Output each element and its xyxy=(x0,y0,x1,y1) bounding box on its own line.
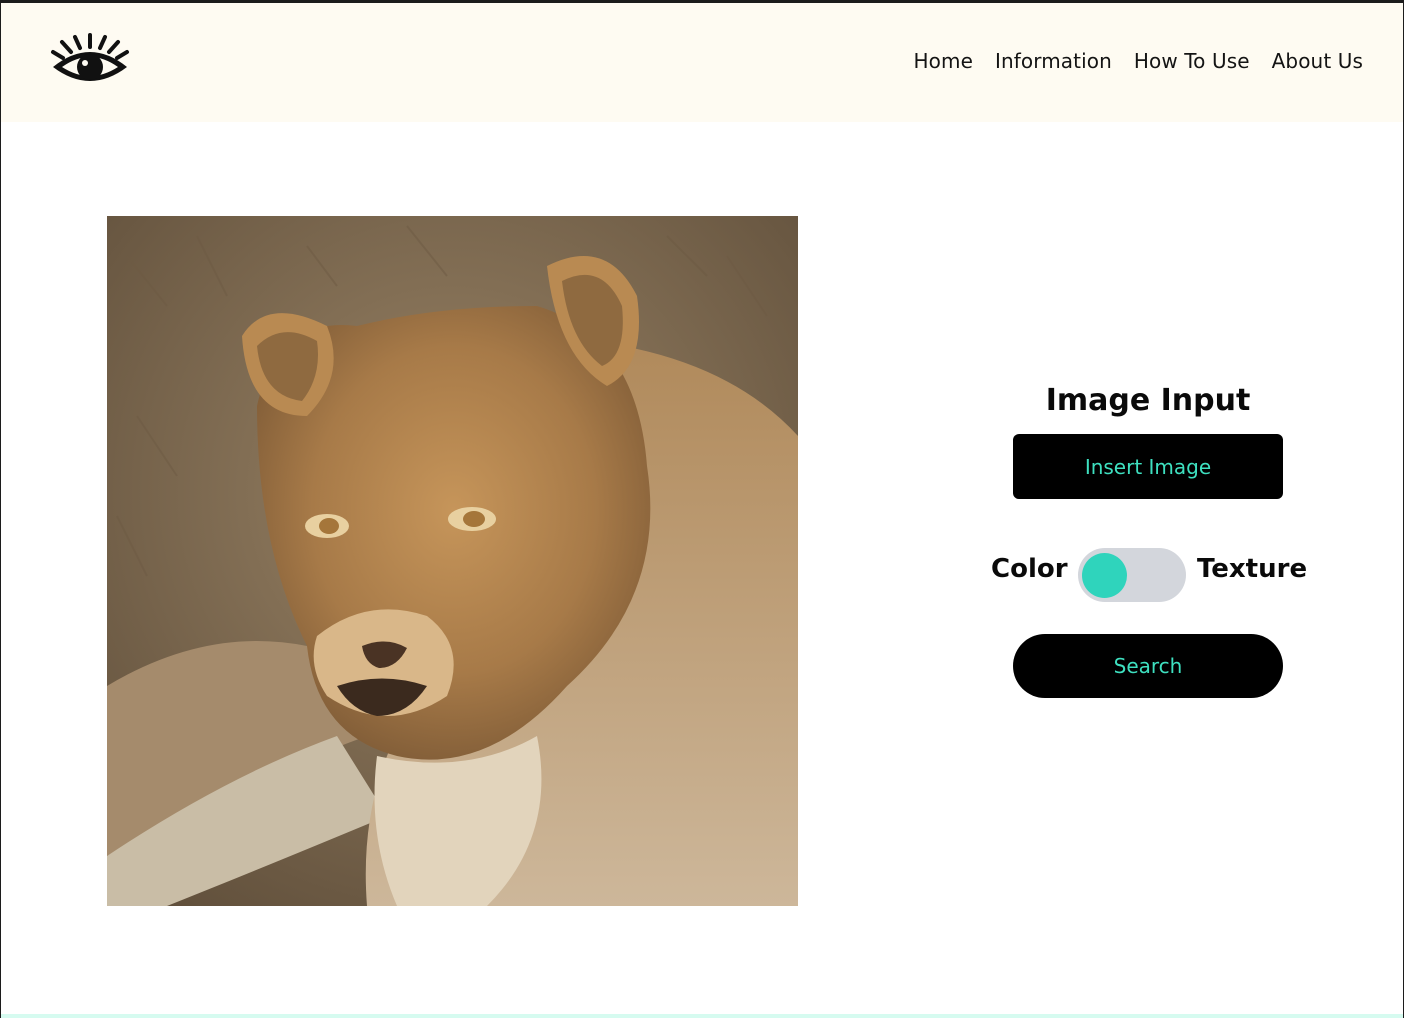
nav-about-us[interactable]: About Us xyxy=(1261,49,1363,73)
footer-divider xyxy=(1,1014,1403,1018)
nav-information[interactable]: Information xyxy=(984,49,1123,73)
main-nav: Home Information How To Use About Us xyxy=(903,49,1363,73)
toggle-label-texture: Texture xyxy=(1197,554,1308,584)
nav-home[interactable]: Home xyxy=(903,49,984,73)
search-button[interactable]: Search xyxy=(1013,634,1283,698)
panel-title: Image Input xyxy=(1045,383,1251,418)
toggle-label-color: Color xyxy=(991,554,1068,584)
nav-how-to-use[interactable]: How To Use xyxy=(1123,49,1261,73)
site-header: Home Information How To Use About Us xyxy=(1,3,1403,122)
eye-logo-icon[interactable] xyxy=(50,33,130,89)
color-texture-switch[interactable] xyxy=(1078,548,1186,602)
insert-image-button[interactable]: Insert Image xyxy=(1013,434,1283,499)
app-window: Home Information How To Use About Us Ima… xyxy=(1,3,1403,1018)
color-texture-toggle-row: Color Texture xyxy=(991,546,1311,604)
switch-knob xyxy=(1082,553,1127,598)
input-image-preview xyxy=(107,216,798,906)
